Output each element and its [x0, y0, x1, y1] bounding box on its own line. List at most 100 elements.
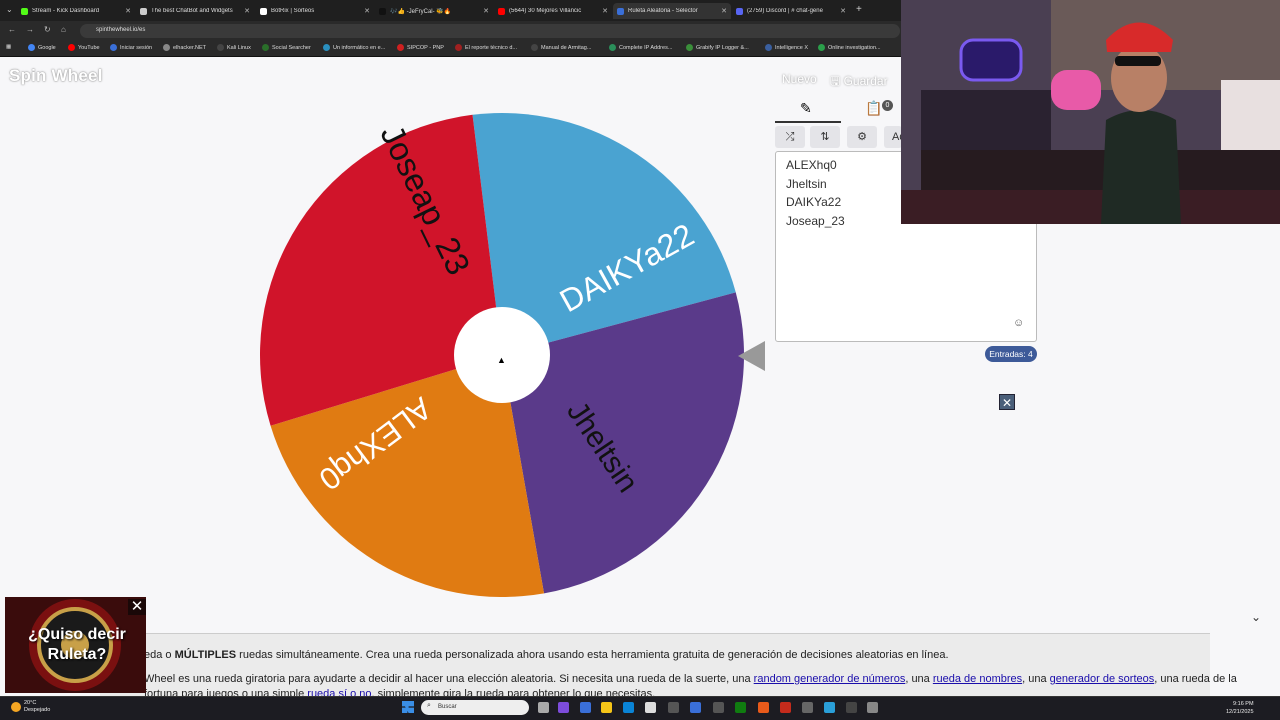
taskbar-app-icon[interactable] — [668, 702, 679, 713]
bookmark-item[interactable]: elhacker.NET — [163, 44, 206, 51]
edit-tab[interactable]: ✎ — [800, 100, 812, 117]
bookmark-item[interactable]: SIPCOP - PNP — [397, 44, 444, 51]
bookmark-item[interactable]: Intelligence X — [765, 44, 808, 51]
tab-title: Stream - Kick Dashboard — [32, 8, 100, 14]
tab-close-icon[interactable]: ✕ — [125, 7, 131, 15]
weather-widget[interactable]: 20°C Despejado — [24, 700, 50, 714]
taskbar-app-icon[interactable] — [867, 702, 878, 713]
reload-icon[interactable]: ↻ — [44, 25, 51, 34]
save-icon: 🖫 — [830, 74, 841, 88]
tab-title: Ruleta Aleatoria - Selector — [628, 8, 698, 14]
taskbar-app-icon[interactable] — [824, 702, 835, 713]
tab-close-icon[interactable]: ✕ — [364, 7, 370, 15]
bookmark-item[interactable]: Un informático en e... — [323, 44, 385, 51]
tab-favicon-icon — [260, 7, 267, 15]
bookmark-label: Grabify IP Logger &... — [696, 44, 749, 51]
back-icon[interactable]: ← — [8, 25, 16, 34]
tab-close-icon[interactable]: ✕ — [483, 7, 489, 15]
webcam-overlay — [901, 0, 1280, 224]
pencil-icon: ✎ — [800, 100, 812, 116]
chevron-down-icon[interactable]: ⌄ — [1251, 610, 1261, 624]
bookmark-label: El reporte técnico d... — [465, 44, 517, 51]
bookmark-item[interactable]: Google — [28, 44, 56, 51]
bookmark-item[interactable]: Kali Linux — [217, 44, 251, 51]
advanced-button[interactable]: Ad — [884, 126, 902, 148]
bookmark-icon — [262, 44, 269, 51]
taskbar-app-icon[interactable] — [623, 702, 634, 713]
apps-icon[interactable]: ▦ — [6, 44, 11, 50]
shuffle-button[interactable]: ⤮ — [775, 126, 805, 148]
bookmark-item[interactable]: Social Searcher — [262, 44, 311, 51]
taskbar-app-icon[interactable] — [735, 702, 746, 713]
sort-button[interactable]: ⇅ — [810, 126, 840, 148]
settings-icon: ⚙ — [857, 131, 867, 143]
taskbar-app-icon[interactable] — [580, 702, 591, 713]
new-button[interactable]: Nuevo — [782, 72, 817, 86]
bookmark-item[interactable]: YouTube — [68, 44, 100, 51]
tab-title: 🎶👍 -JeFryCal- 🐝🔥 — [390, 8, 452, 15]
tab-favicon-icon — [736, 7, 743, 15]
mouse-cursor-icon: ▲ — [497, 355, 506, 365]
tab-title: (5644) 30 Mejores Villancic — [509, 8, 582, 14]
ad-close-icon[interactable]: ✕ — [128, 599, 146, 615]
bookmark-item[interactable]: El reporte técnico d... — [455, 44, 517, 51]
taskbar-app-icon[interactable] — [601, 702, 612, 713]
tab-close-icon[interactable]: ✕ — [244, 7, 250, 15]
bookmark-item[interactable]: Complete IP Addres... — [609, 44, 672, 51]
bookmark-item[interactable]: Grabify IP Logger &... — [686, 44, 749, 51]
entry-item: ALEXhq0 — [786, 158, 837, 172]
forward-icon[interactable]: → — [26, 25, 34, 34]
yes-no-wheel-link[interactable]: rueda sí o no — [307, 688, 371, 696]
entries-count-badge: Entradas: 4 — [985, 346, 1037, 362]
bookmark-icon — [686, 44, 693, 51]
new-tab-icon[interactable]: + — [856, 4, 862, 15]
browser-tab[interactable]: (5644) 30 Mejores Villancic ✕ — [494, 3, 612, 19]
browser-tab[interactable]: Ruleta Aleatoria - Selector ✕ — [613, 3, 731, 19]
browser-tab[interactable]: Stream - Kick Dashboard ✕ — [17, 3, 135, 19]
results-tab[interactable]: 📋 — [865, 100, 882, 117]
taskbar-app-icon[interactable] — [558, 702, 569, 713]
browser-tab[interactable]: 🎶👍 -JeFryCal- 🐝🔥 ✕ — [375, 3, 493, 19]
system-clock[interactable]: 9:16 PM 12/21/2025 — [1226, 700, 1254, 716]
bookmark-label: Online investigation... — [828, 44, 881, 51]
tab-close-icon[interactable]: ✕ — [840, 7, 846, 15]
emoji-icon[interactable]: ☺ — [1013, 317, 1024, 329]
random-number-link[interactable]: random generador de números — [754, 673, 906, 685]
name-wheel-link[interactable]: rueda de nombres — [933, 673, 1022, 685]
home-icon[interactable]: ⌂ — [61, 25, 66, 34]
results-badge: 0 — [882, 100, 893, 111]
bookmark-item[interactable]: Online investigation... — [818, 44, 881, 51]
taskbar-search[interactable]: Buscar — [421, 700, 529, 715]
active-tab-indicator — [775, 121, 841, 123]
tab-favicon-icon — [21, 7, 28, 15]
taskbar-app-icon[interactable] — [846, 702, 857, 713]
bookmark-item[interactable]: Iniciar sesión — [110, 44, 152, 51]
taskbar-app-icon[interactable] — [758, 702, 769, 713]
bookmark-item[interactable]: Manual de Armitag... — [531, 44, 591, 51]
taskbar-app-icon[interactable] — [690, 702, 701, 713]
tab-list-icon[interactable]: ⌄ — [6, 5, 13, 14]
taskbar-app-icon[interactable] — [645, 702, 656, 713]
ad-text[interactable]: ¿Quiso decir Ruleta? — [10, 625, 144, 665]
taskbar-app-icon[interactable] — [802, 702, 813, 713]
tab-close-icon[interactable]: ✕ — [602, 7, 608, 15]
close-icon[interactable]: ✕ — [999, 394, 1015, 410]
browser-tab[interactable]: (2759) Discord | # chat-gene ✕ — [732, 3, 850, 19]
description-line-2: Wheel es una rueda giratoria para ayudar… — [144, 673, 1237, 685]
bookmark-icon — [531, 44, 538, 51]
taskbar-app-icon[interactable] — [713, 702, 724, 713]
taskbar-app-icon[interactable] — [538, 702, 549, 713]
raffle-generator-link[interactable]: generador de sorteos — [1050, 673, 1155, 685]
app-logo[interactable]: Spin Wheel — [9, 66, 103, 86]
entry-item: Joseap_23 — [786, 214, 845, 228]
browser-tab[interactable]: The best ChatBot and Widgets ✕ — [136, 3, 254, 19]
tab-close-icon[interactable]: ✕ — [721, 7, 727, 15]
entry-item: DAIKYa22 — [786, 195, 842, 209]
url-field[interactable]: spinthewheel.io/es — [80, 24, 900, 38]
bookmark-label: Iniciar sesión — [120, 44, 153, 51]
settings-button[interactable]: ⚙ — [847, 126, 877, 148]
taskbar-app-icon[interactable] — [780, 702, 791, 713]
browser-tab[interactable]: BotRix | Sorteos ✕ — [256, 3, 374, 19]
save-button[interactable]: 🖫 Guardar — [830, 72, 888, 93]
description-line-3: fortuna para juegos o una simple rueda s… — [144, 688, 655, 696]
